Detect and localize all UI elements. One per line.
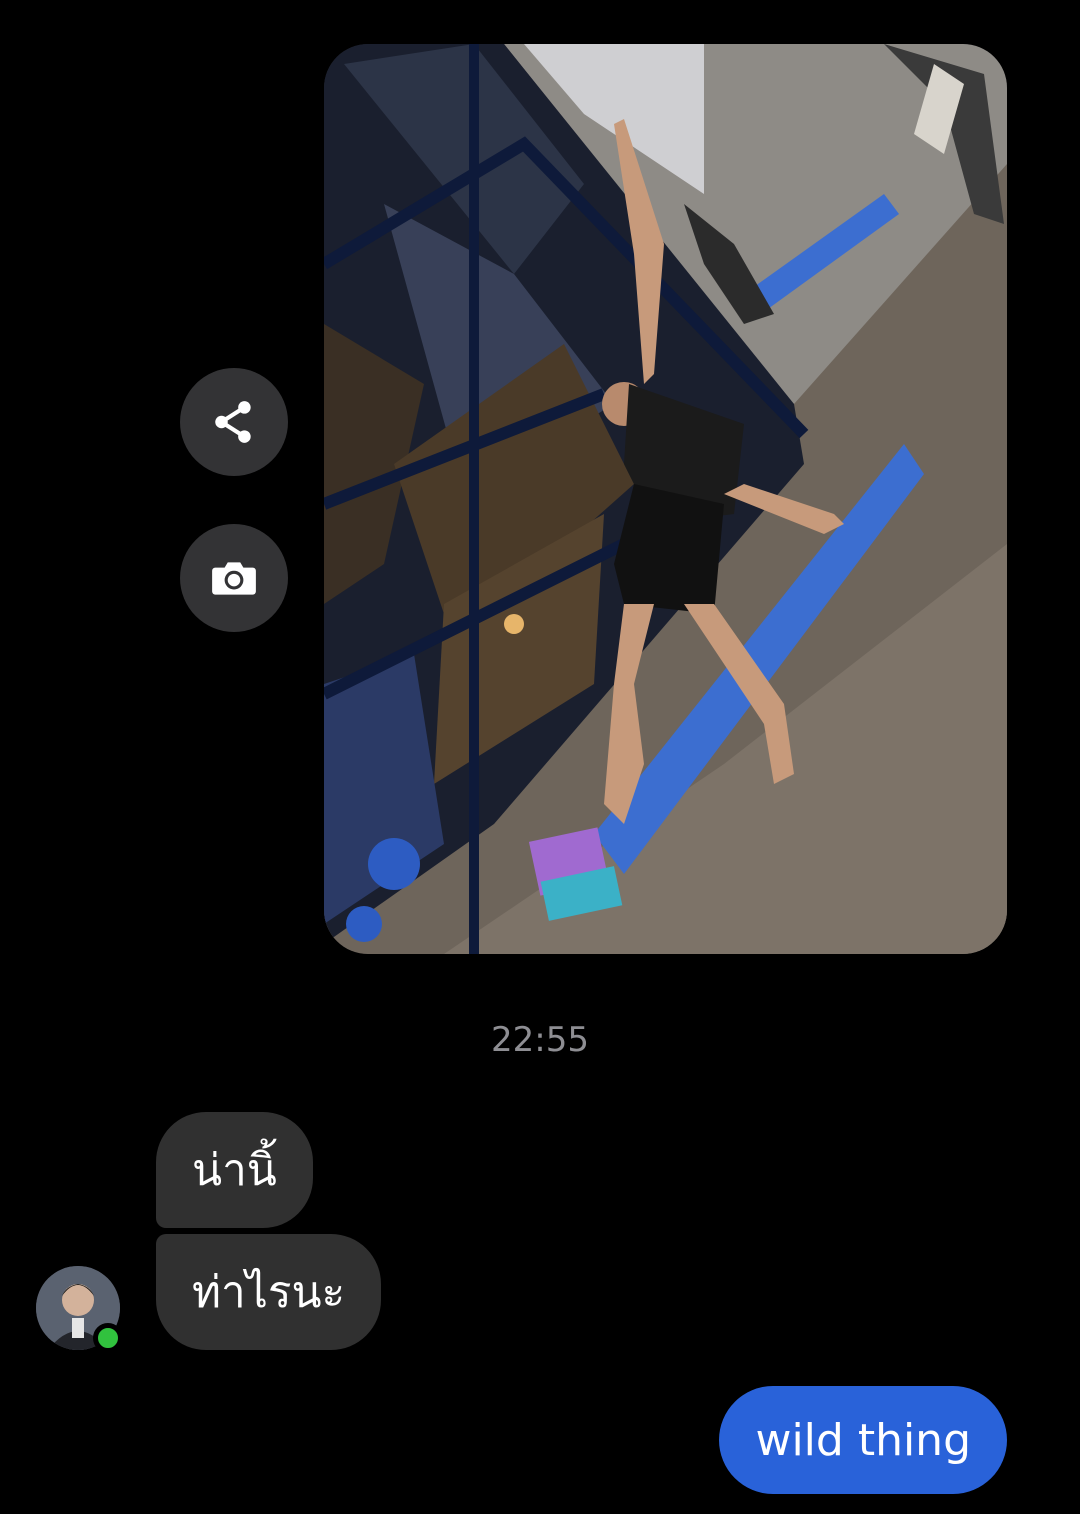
message-timestamp: 22:55 [491,1020,589,1060]
share-icon [215,401,251,443]
camera-icon [212,562,256,595]
shared-photo[interactable] [324,44,1007,954]
incoming-message-text: ท่าไรนะ [192,1267,346,1318]
outgoing-message-bubble[interactable]: wild thing [719,1386,1007,1494]
incoming-message-text: น่านิ้ [192,1145,277,1196]
share-button[interactable] [180,368,288,476]
outgoing-message-text: wild thing [755,1414,971,1466]
online-status-indicator [93,1323,123,1353]
photo-image [324,44,1007,954]
incoming-message-bubble[interactable]: ท่าไรนะ [156,1234,382,1350]
incoming-message-bubble[interactable]: น่านิ้ [156,1112,313,1228]
camera-button[interactable] [180,524,288,632]
chat-screen: 22:55 น่านิ้ ท่าไรนะ wild thing [0,0,1080,1514]
